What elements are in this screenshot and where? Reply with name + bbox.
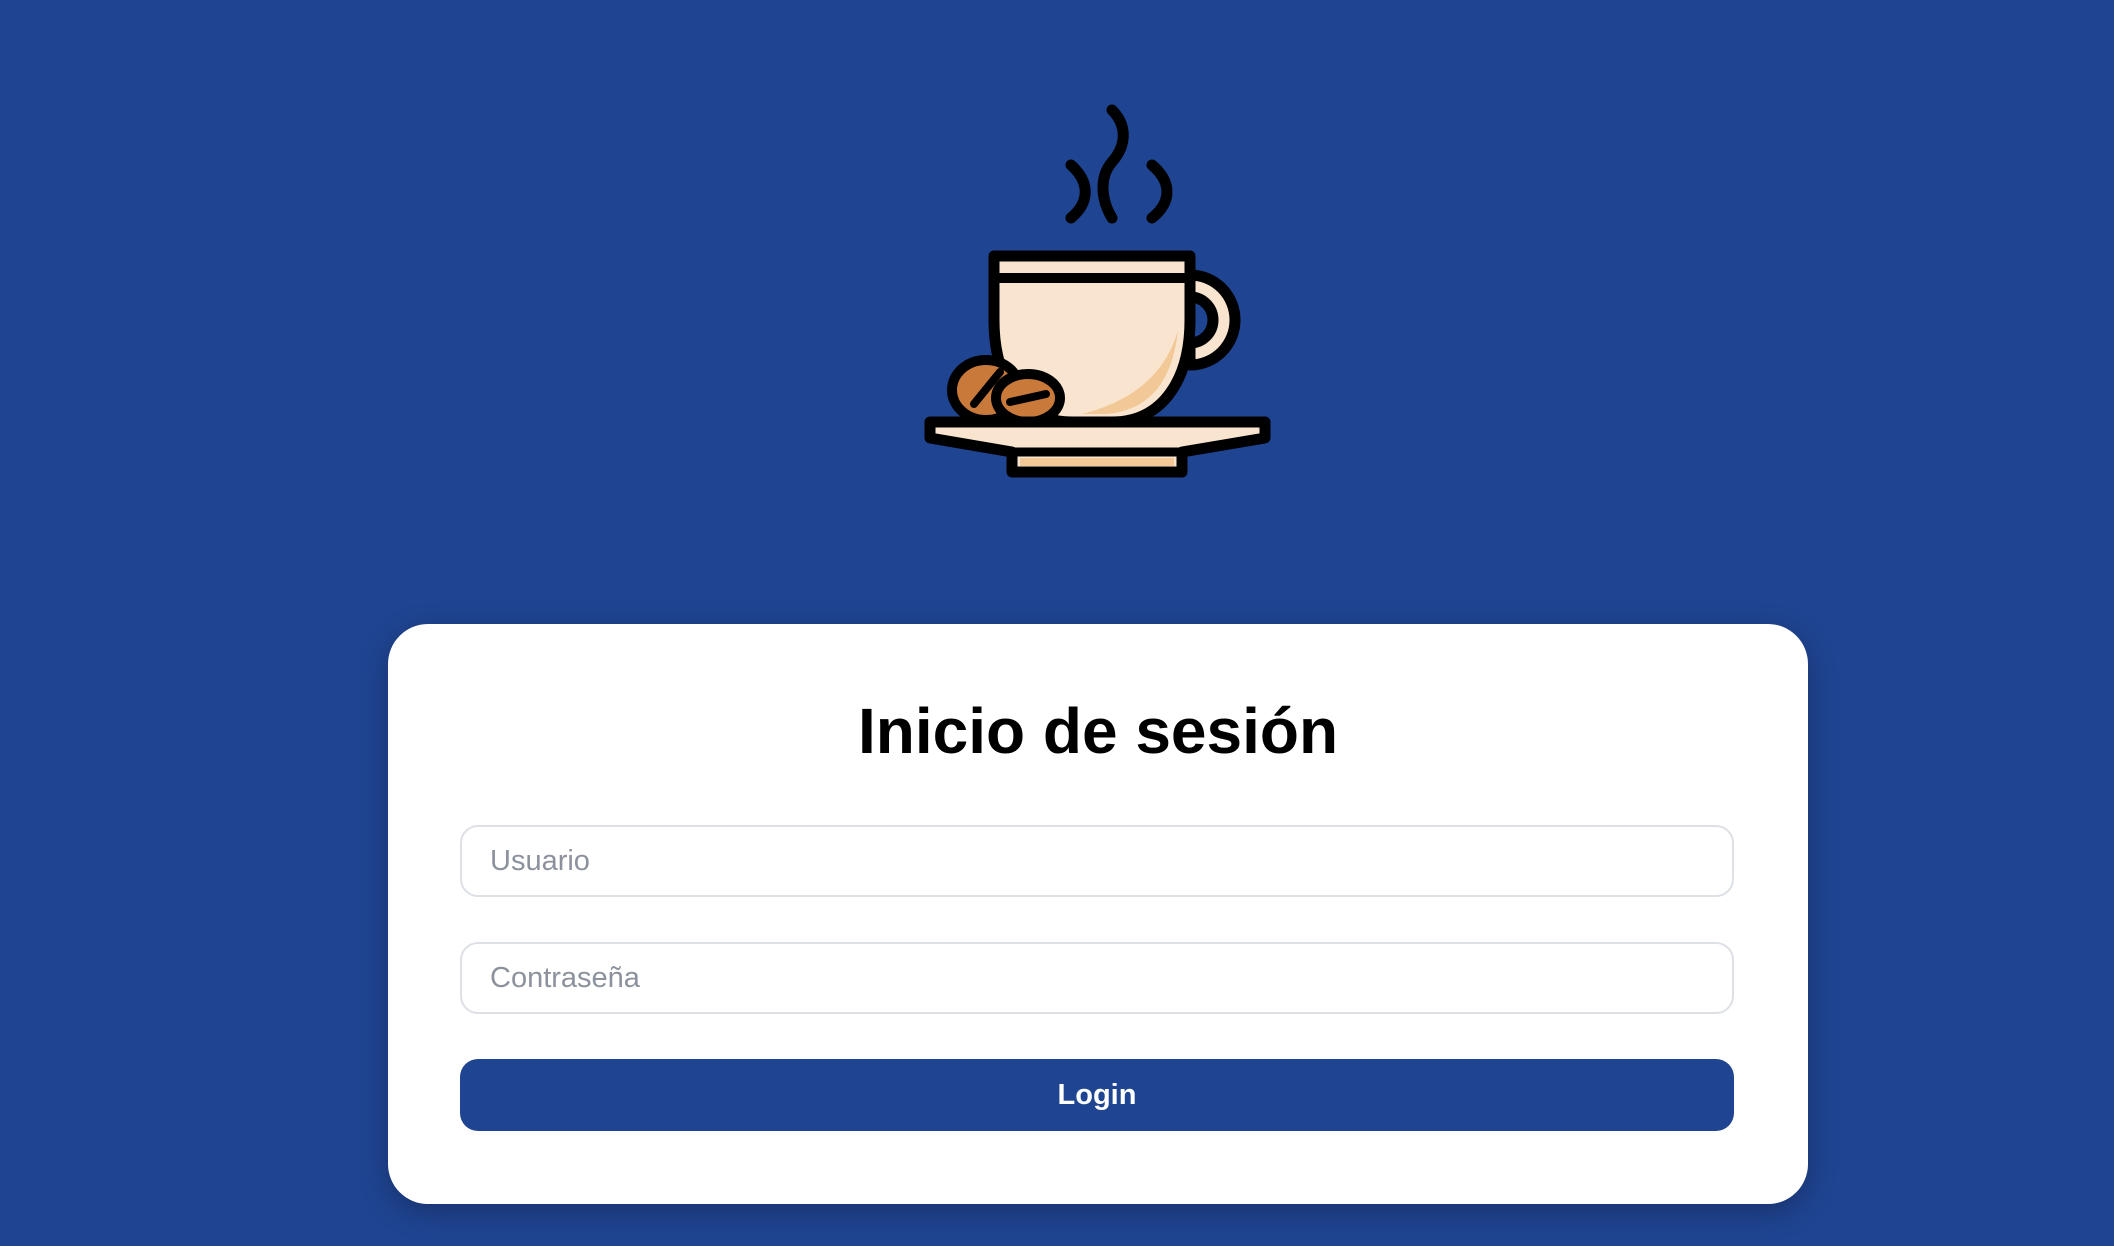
steam-right	[1146, 159, 1173, 224]
password-input[interactable]	[460, 942, 1734, 1014]
username-input[interactable]	[460, 825, 1734, 897]
coffee-cup-logo	[922, 100, 1274, 485]
login-button[interactable]: Login	[460, 1059, 1734, 1131]
steam-middle	[1097, 104, 1129, 224]
coffee-cup-icon	[924, 104, 1271, 478]
saucer-shadow	[1020, 458, 1174, 466]
cup-handle	[1184, 269, 1241, 371]
page-title: Inicio de sesión	[857, 695, 1339, 767]
login-card: Inicio de sesión Login	[388, 624, 1808, 1204]
steam-left	[1065, 159, 1091, 224]
